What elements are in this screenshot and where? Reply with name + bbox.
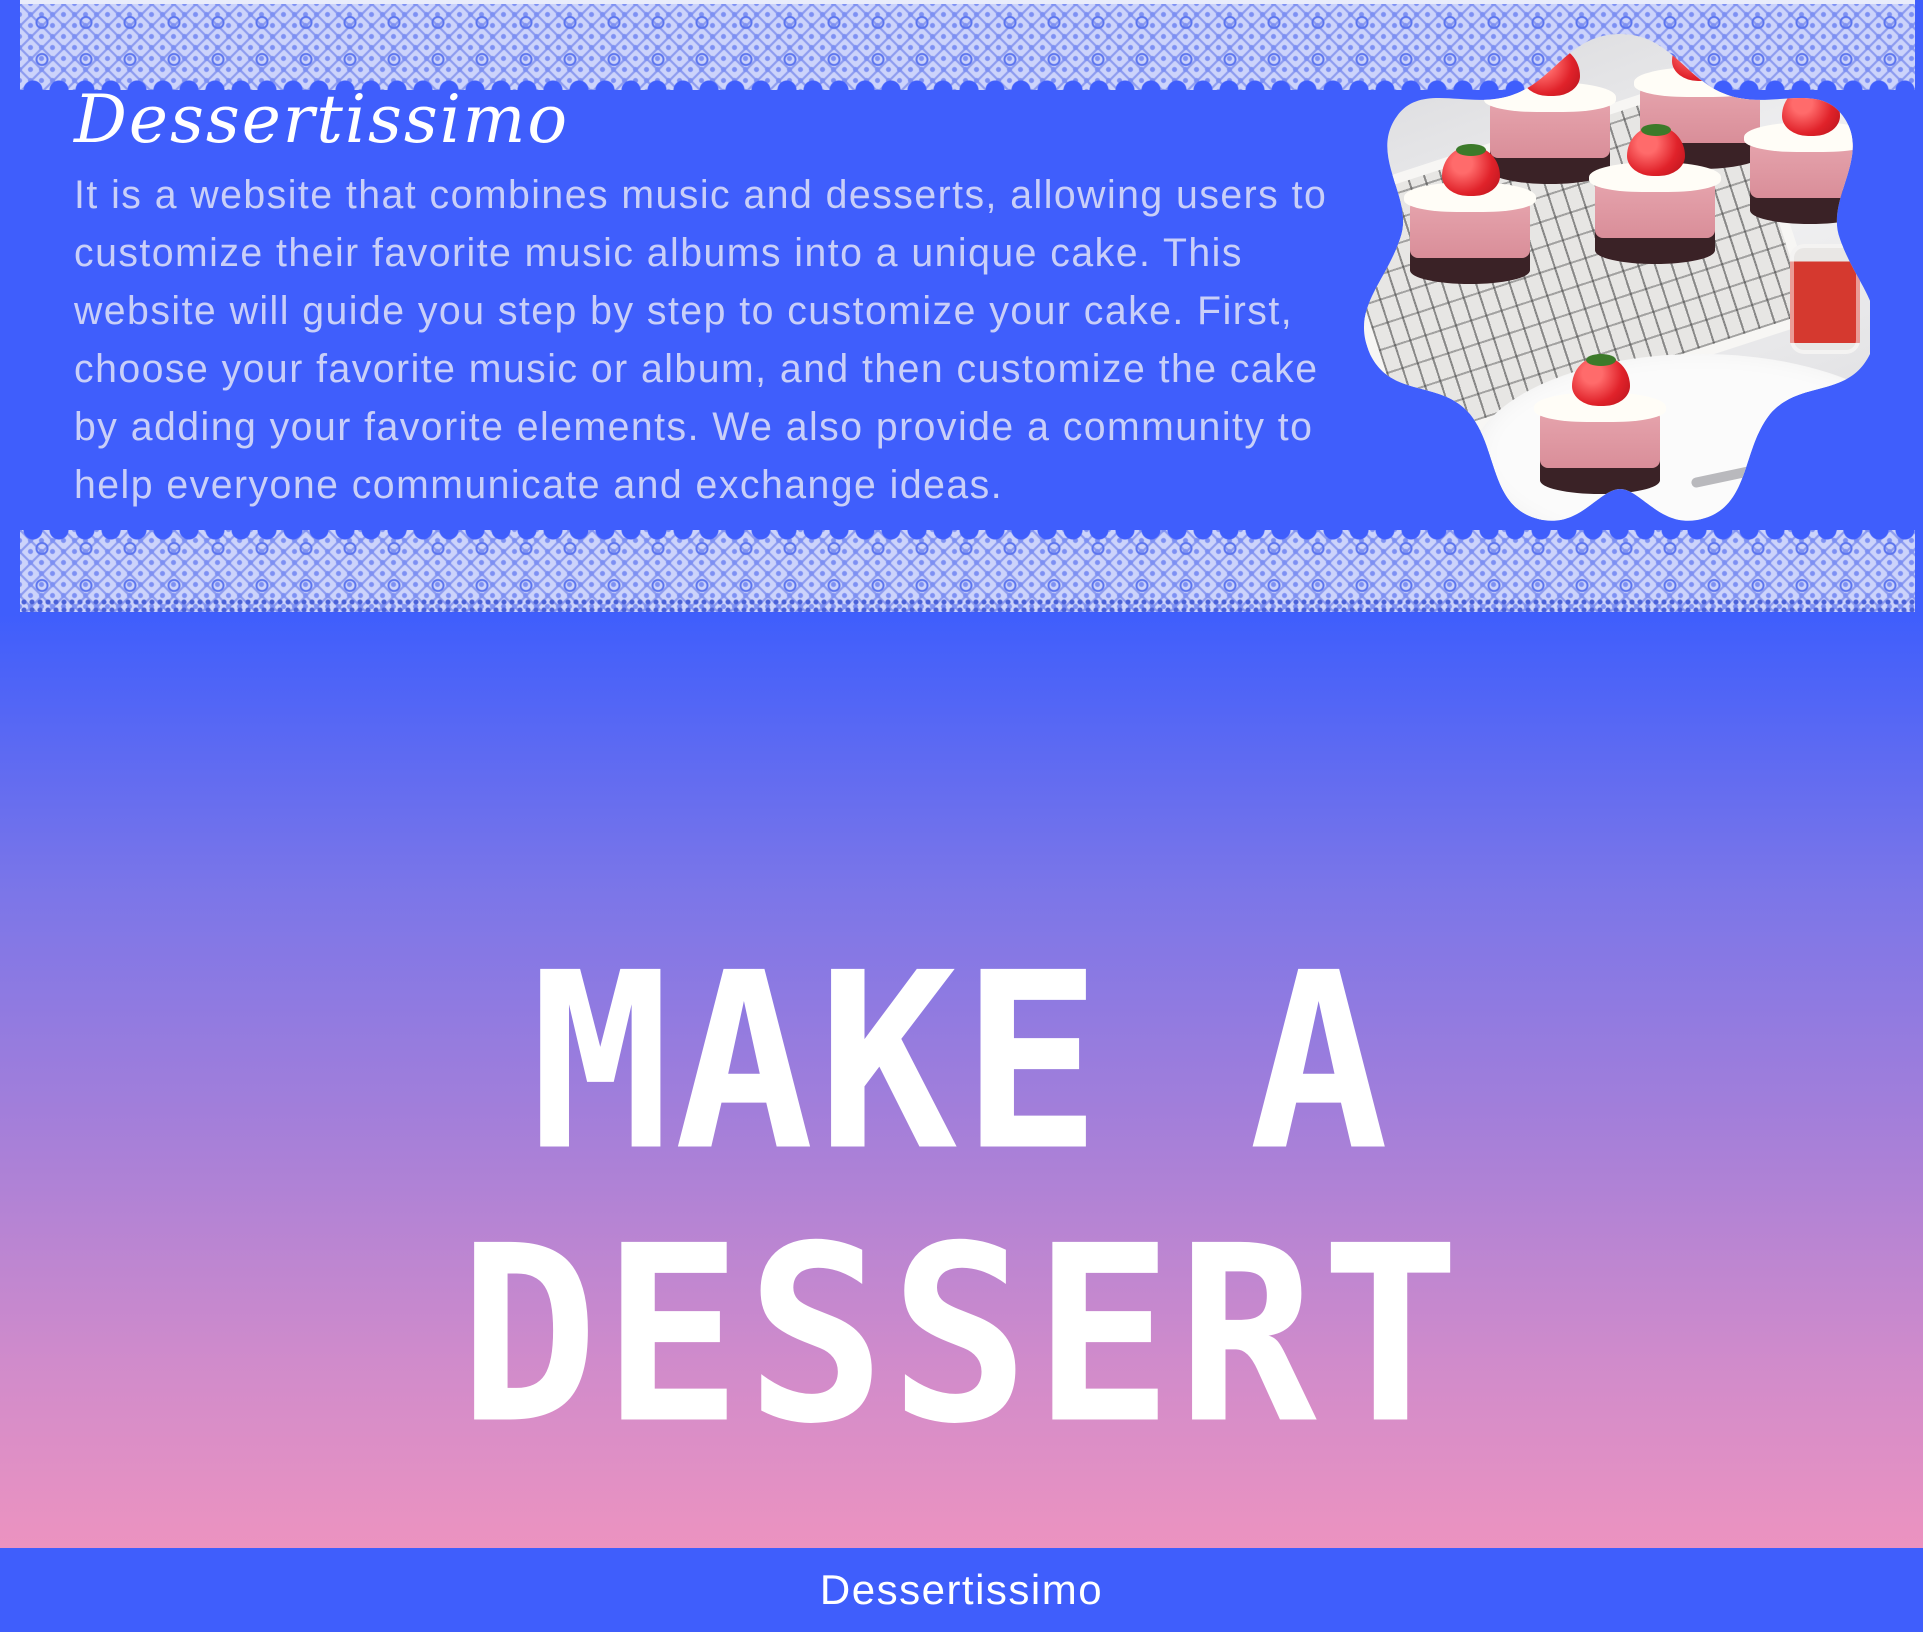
about-section: Dessertissimo It is a website that combi… (0, 0, 1923, 615)
make-dessert-heading[interactable]: MAKE A DESSERT (0, 926, 1923, 1472)
footer-brand: Dessertissimo (819, 1566, 1104, 1613)
dessert-photo (1370, 34, 1870, 520)
lace-border-bottom (20, 530, 1915, 612)
strawberry-cake (1750, 94, 1870, 224)
hero-section: MAKE A DESSERT (0, 615, 1923, 1548)
jam-jar (1790, 244, 1860, 354)
strawberry-cake (1595, 134, 1715, 264)
strawberry-cake (1540, 364, 1660, 494)
brand-title: Dessertissimo (74, 81, 570, 158)
strawberry-cake (1410, 154, 1530, 284)
footer: Dessertissimo (0, 1548, 1923, 1632)
about-description: It is a website that combines music and … (74, 173, 1328, 507)
